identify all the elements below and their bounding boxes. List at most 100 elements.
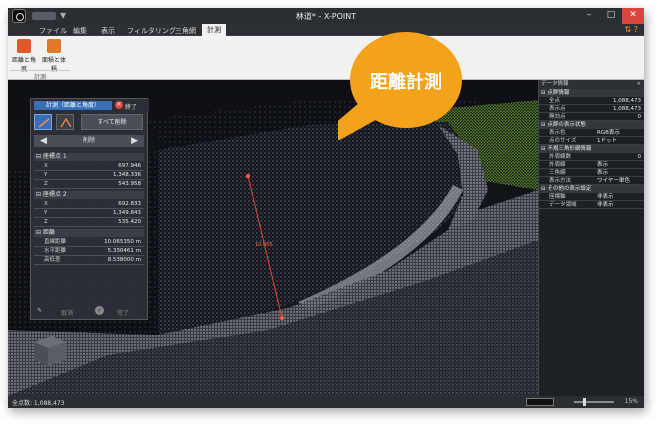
- row-value: 10.065350 m: [104, 239, 141, 245]
- row-key: Z: [44, 181, 48, 187]
- measure-panel: 計測（距離と角度） ✕ 終了 すべて削除 ◀ 削除 ▶ ⊟ 座標点 1 X 697…: [30, 98, 149, 320]
- section-other-display[interactable]: ⊟ その他の表示設定: [539, 185, 644, 193]
- row-value: 8.538000 m: [107, 257, 141, 263]
- measure-tab[interactable]: 計測（距離と角度）: [34, 101, 112, 110]
- prev-arrow-icon[interactable]: ◀: [40, 135, 47, 147]
- row-value: 1,088,473: [613, 98, 641, 104]
- row-key: 表示方法: [549, 178, 572, 184]
- section-label: その他の表示設定: [547, 186, 592, 192]
- row-key: X: [44, 163, 48, 169]
- minimize-button[interactable]: –: [580, 8, 598, 24]
- view-mode-box[interactable]: [526, 398, 554, 406]
- table-row: X 697.946: [34, 162, 144, 171]
- table-row: Z 543.958: [34, 180, 144, 189]
- row-value: 535.420: [118, 219, 141, 225]
- row-value: 1,088,473: [613, 106, 641, 112]
- row-key: 高低差: [44, 257, 61, 263]
- row-key: 座標軸: [549, 194, 566, 200]
- distance-angle-button[interactable]: 距離と角度: [10, 38, 38, 73]
- section-point2-label: 座標点 2: [42, 191, 67, 198]
- table-row: 表示方法 ワイヤー単色: [539, 177, 644, 185]
- table-row: 水平距離 5.330461 m: [34, 247, 144, 256]
- point-nav: ◀ 削除 ▶: [34, 135, 144, 147]
- maximize-button[interactable]: □: [602, 8, 620, 24]
- cancel-icon: ✎: [37, 307, 43, 314]
- row-value: 697.946: [118, 163, 141, 169]
- row-key: 外周線: [549, 162, 566, 168]
- row-value: 1,348.336: [113, 172, 141, 178]
- table-row: 三角網 表示: [539, 169, 644, 177]
- row-key: 表示点: [549, 106, 566, 112]
- row-value[interactable]: 表示: [597, 161, 641, 169]
- area-volume-icon: [47, 39, 61, 53]
- area-volume-button[interactable]: 面積と体積: [40, 38, 68, 73]
- data-info-panel: データ情報 × ⊟ 点群情報 全点 1,088,473 表示点 1,088,473 …: [538, 80, 644, 396]
- menu-bar: ファイル 編集 表示 フィルタリング 三角網 計測 ⇅ ?: [8, 24, 644, 36]
- row-key: Y: [44, 210, 48, 216]
- complete-button[interactable]: 完了: [117, 308, 129, 317]
- menu-measure[interactable]: 計測: [202, 24, 226, 36]
- row-value[interactable]: 1ドット: [597, 137, 641, 145]
- row-key: Y: [44, 172, 48, 178]
- table-row: 全点 1,088,473: [539, 97, 644, 105]
- ribbon-options-icon[interactable]: ⇅ ?: [625, 25, 639, 34]
- measure-panel-header: 計測（距離と角度） ✕ 終了: [31, 99, 149, 111]
- section-point2[interactable]: ⊟ 座標点 2: [34, 191, 144, 199]
- row-key: 全点: [549, 98, 561, 104]
- end-button[interactable]: 終了: [125, 102, 137, 111]
- table-row: 外周線 表示: [539, 161, 644, 169]
- table-row: 点のサイズ 1ドット: [539, 137, 644, 145]
- section-point-cloud-info[interactable]: ⊟ 点群情報: [539, 89, 644, 97]
- row-key: 水平距離: [44, 248, 67, 254]
- section-label: 不規三角形網情報: [547, 146, 592, 152]
- section-point1[interactable]: ⊟ 座標点 1: [34, 153, 144, 161]
- measure-angle-tool-icon[interactable]: [56, 114, 74, 130]
- section-distance[interactable]: ⊟ 距離: [34, 229, 144, 237]
- row-value[interactable]: ワイヤー単色: [597, 177, 641, 185]
- zoom-slider-track[interactable]: [574, 401, 614, 403]
- row-key: Z: [44, 219, 48, 225]
- app-window: ▼ 林道* - X-POINT – □ ✕ ファイル 編集 表示 フィルタリング…: [8, 8, 644, 408]
- section-point1-label: 座標点 1: [42, 153, 67, 160]
- delete-button[interactable]: 削除: [74, 135, 104, 147]
- table-row: Y 1,349.843: [34, 209, 144, 218]
- ribbon: 距離と角度 面積と体積 計測: [8, 36, 644, 81]
- section-label: 点群情報: [547, 90, 570, 96]
- section-tin-info[interactable]: ⊟ 不規三角形網情報: [539, 145, 644, 153]
- row-value[interactable]: 非表示: [597, 201, 641, 209]
- row-key: 表示色: [549, 130, 566, 136]
- measure-line-tool-icon[interactable]: [34, 114, 52, 130]
- row-key: データ領域: [549, 202, 577, 208]
- row-key: X: [44, 201, 48, 207]
- row-value: 692.833: [118, 201, 141, 207]
- row-value: 0: [637, 154, 642, 160]
- callout-text: 距離計測: [370, 72, 442, 93]
- table-row: 直線距離 10.065350 m: [34, 238, 144, 247]
- row-value[interactable]: RGB表示: [597, 129, 641, 137]
- row-value: 5.330461 m: [107, 248, 141, 254]
- panel-close-icon[interactable]: ×: [636, 80, 641, 89]
- row-key: 無効点: [549, 114, 566, 120]
- end-icon[interactable]: ✕: [115, 101, 123, 109]
- cancel-button[interactable]: 取消: [61, 308, 73, 317]
- clear-all-button[interactable]: すべて削除: [81, 114, 143, 130]
- section-display-state[interactable]: ⊟ 点群の表示状態: [539, 121, 644, 129]
- row-value[interactable]: 非表示: [597, 193, 641, 201]
- row-value[interactable]: 表示: [597, 169, 641, 177]
- data-panel-title: データ情報: [541, 81, 569, 87]
- table-row: データ領域 非表示: [539, 201, 644, 209]
- zoom-level: 15%: [624, 398, 638, 405]
- measurement-distance-label: 10.065: [255, 242, 273, 248]
- distance-angle-icon: [17, 39, 31, 53]
- row-value: 1,349.843: [113, 210, 141, 216]
- row-key: 点のサイズ: [549, 138, 577, 144]
- close-button[interactable]: ✕: [622, 8, 644, 24]
- section-distance-label: 距離: [42, 229, 55, 236]
- table-row: Z 535.420: [34, 218, 144, 227]
- table-row: 表示色 RGB表示: [539, 129, 644, 137]
- table-row: 外周線数 0: [539, 153, 644, 161]
- zoom-slider-knob[interactable]: [583, 398, 586, 406]
- table-row: 座標軸 非表示: [539, 193, 644, 201]
- next-arrow-icon[interactable]: ▶: [131, 135, 138, 147]
- row-key: 三角網: [549, 170, 566, 176]
